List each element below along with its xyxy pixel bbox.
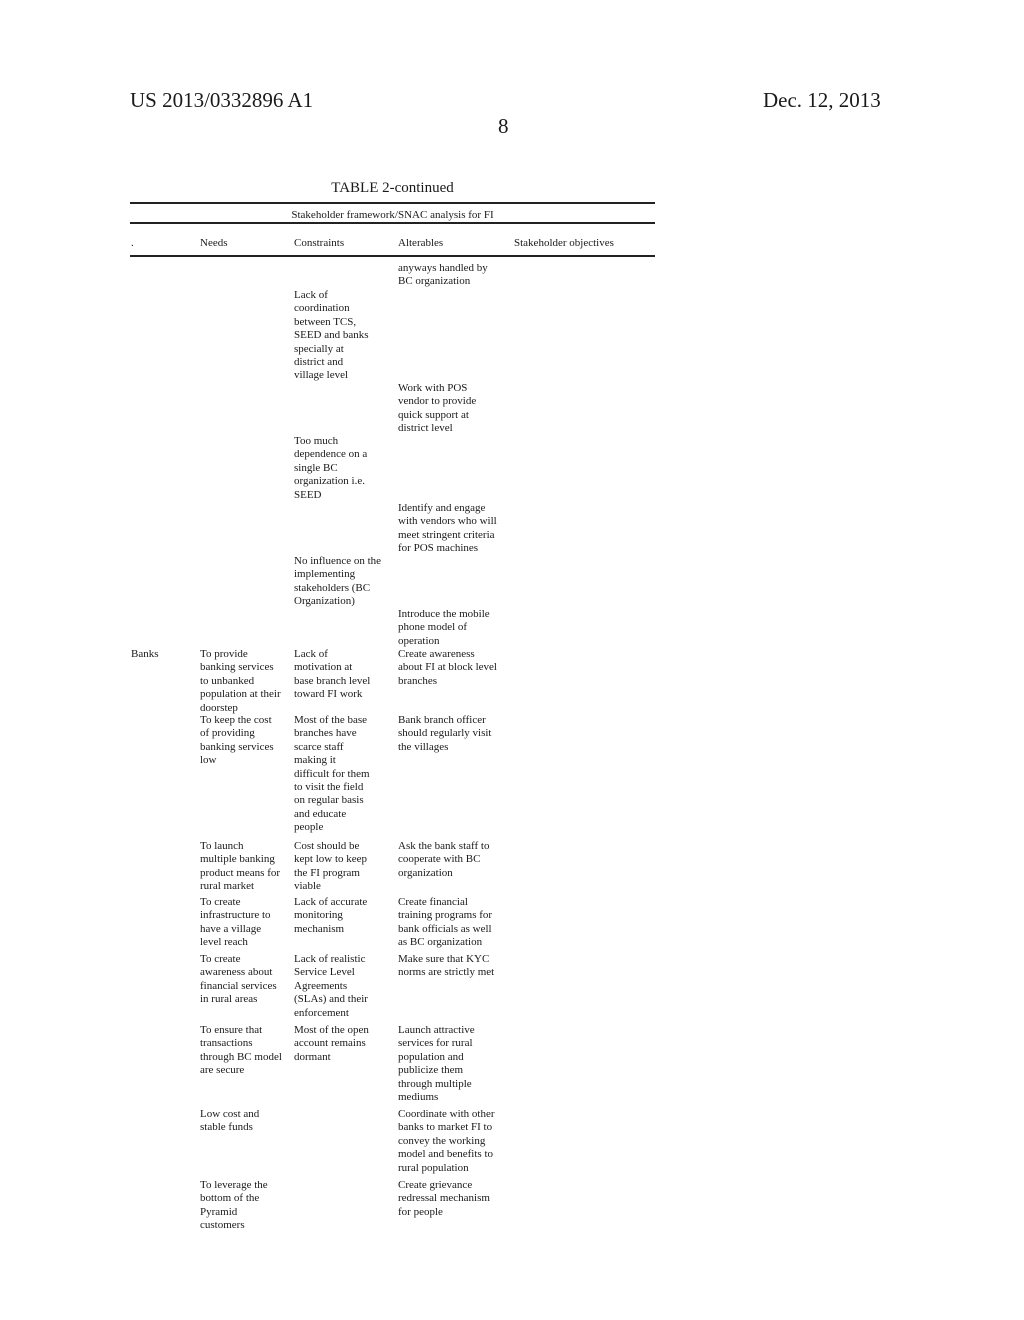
publication-number: US 2013/0332896 A1: [130, 88, 314, 112]
table-cell-constraint: Most of the open account remains dormant: [294, 1024, 369, 1063]
table-cell-need: To create infrastructure to have a villa…: [200, 896, 271, 949]
publication-date: Dec. 12, 2013: [763, 88, 881, 112]
table-cell-constraint: Lack of coordination between TCS, SEED a…: [294, 289, 369, 382]
table-cell-alterable: Make sure that KYC norms are strictly me…: [398, 953, 495, 979]
table-cell-alterable: Introduce the mobile phone model of oper…: [398, 608, 490, 647]
column-header-alterables: Alterables: [398, 237, 444, 249]
column-header-needs: Needs: [200, 237, 228, 249]
table-subtitle: Stakeholder framework/SNAC analysis for …: [291, 209, 494, 221]
table-cell-alterable: Ask the bank staff to cooperate with BC …: [398, 840, 490, 879]
table-cell-constraint: Cost should be kept low to keep the FI p…: [294, 840, 368, 893]
table-cell-need: Low cost and stable funds: [200, 1108, 260, 1134]
column-header-constraints: Constraints: [294, 237, 345, 249]
table-cell-constraint: Too much dependence on a single BC organ…: [294, 435, 368, 501]
column-header-stakeholder-objectives: Stakeholder objectives: [514, 237, 614, 249]
table-cell-alterable: Coordinate with other banks to market FI…: [398, 1108, 495, 1174]
table-top-rule: [130, 202, 655, 204]
table-cell-alterable: Launch attractive services for rural pop…: [398, 1024, 475, 1104]
table-cell-alterable: Identify and engage with vendors who wil…: [398, 502, 497, 555]
table-cell-need: To keep the cost of providing banking se…: [200, 714, 274, 767]
table-header-rule: [130, 255, 655, 257]
table-cell-alterable: Work with POS vendor to provide quick su…: [398, 382, 477, 435]
table-cell-alterable: Create awareness about FI at block level…: [398, 648, 497, 687]
table-subtitle-rule: [130, 222, 655, 224]
table-cell-alterable: anyways handled by BC organization: [398, 262, 488, 288]
table-cell-need: To ensure that transactions through BC m…: [200, 1024, 282, 1077]
page-number: 8: [498, 114, 509, 138]
table-cell-alterable: Create grievance redressal mechanism for…: [398, 1179, 490, 1218]
table-cell-alterable: Create financial training programs for b…: [398, 896, 493, 949]
table-cell-constraint: Lack of accurate monitoring mechanism: [294, 896, 368, 935]
table-cell-constraint: Lack of realistic Service Level Agreemen…: [294, 953, 368, 1019]
table-title: TABLE 2-continued: [331, 180, 454, 196]
table-cell-need: To create awareness about financial serv…: [200, 953, 277, 1006]
column-header-stakeholder: .: [131, 237, 134, 249]
table-cell-constraint: Most of the base branches have scarce st…: [294, 714, 370, 834]
table-cell-need: To provide banking services to unbanked …: [200, 648, 281, 714]
table-cell-need: To leverage the bottom of the Pyramid cu…: [200, 1179, 268, 1232]
table-cell-alterable: Bank branch officer should regularly vis…: [398, 714, 492, 753]
table-cell-stakeholder: Banks: [131, 648, 159, 660]
table-cell-need: To launch multiple banking product means…: [200, 840, 281, 893]
table-cell-constraint: No influence on the implementing stakeho…: [294, 555, 382, 608]
table-cell-constraint: Lack of motivation at base branch level …: [294, 648, 371, 701]
